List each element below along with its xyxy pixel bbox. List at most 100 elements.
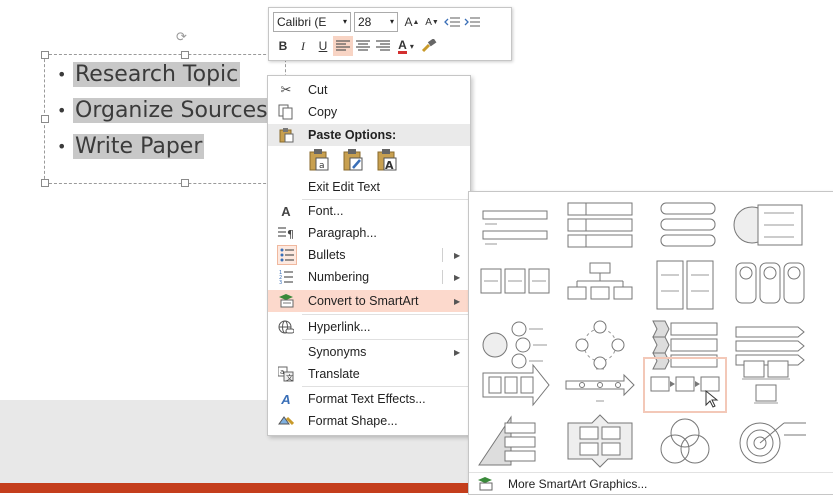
font-name-dropdown[interactable]: Calibri (E ▾	[273, 12, 351, 32]
menu-item-label: Format Text Effects...	[308, 392, 426, 406]
smartart-layout-vertical-box-list-icon[interactable]	[643, 197, 727, 253]
bullet-text[interactable]: Write Paper	[73, 133, 205, 159]
smartart-layout-matrix-icon[interactable]	[558, 413, 642, 469]
smartart-icon	[477, 477, 493, 491]
font-color-button[interactable]: A ▾	[393, 36, 419, 56]
smartart-layout-pyramid-list-icon[interactable]	[473, 413, 557, 469]
align-left-icon	[336, 40, 350, 51]
menu-item-format-text-effects[interactable]: A Format Text Effects...	[268, 388, 470, 410]
menu-item-paragraph[interactable]: ¶ Paragraph...	[268, 222, 470, 244]
bullet-marker: •	[57, 100, 67, 120]
decrease-indent-icon	[444, 17, 460, 27]
smartart-layout-target-icon[interactable]	[728, 413, 812, 469]
submenu-arrow-icon: ▶	[454, 296, 461, 306]
font-name-value: Calibri (E	[277, 15, 327, 29]
menu-item-numbering[interactable]: 123 Numbering ▶	[268, 266, 470, 288]
menu-item-bullets[interactable]: Bullets ▶	[268, 244, 470, 266]
grow-font-button[interactable]: A ▲	[402, 12, 422, 32]
text-effects-icon: A	[281, 391, 291, 407]
smartart-layout-venn-icon[interactable]	[643, 413, 727, 469]
menu-item-copy[interactable]: Copy	[268, 101, 470, 123]
italic-icon: I	[301, 38, 305, 53]
format-painter-icon	[421, 39, 437, 53]
submenu-arrow-icon: ▶	[454, 347, 461, 357]
bold-icon: B	[278, 39, 288, 53]
gallery-separator	[469, 472, 833, 473]
menu-item-hyperlink[interactable]: Hyperlink...	[268, 316, 470, 338]
clipboard-icon	[277, 126, 295, 144]
align-center-icon	[356, 40, 370, 51]
menu-item-font[interactable]: A Font...	[268, 200, 470, 222]
underline-button[interactable]: U	[313, 36, 333, 56]
paste-keep-formatting-icon[interactable]	[342, 148, 364, 172]
resize-handle[interactable]	[41, 179, 49, 187]
bullet-item[interactable]: • Write Paper	[57, 128, 270, 164]
smartart-layout-timeline-icon[interactable]	[558, 357, 642, 413]
menu-item-label: Paragraph...	[308, 226, 377, 240]
smartart-layout-horizontal-list-icon[interactable]	[473, 257, 557, 313]
format-painter-button[interactable]	[419, 36, 439, 56]
smartart-layout-trapezoid-list-icon[interactable]	[728, 257, 812, 313]
more-smartart-graphics-label: More SmartArt Graphics...	[508, 477, 648, 491]
font-icon: A	[281, 203, 291, 219]
menu-item-translate[interactable]: a文 Translate	[268, 363, 470, 385]
menu-item-label: Cut	[308, 83, 328, 97]
mini-toolbar: Calibri (E ▾ 28 ▾ A ▲ A ▼ B I U A ▾	[268, 7, 512, 61]
italic-button[interactable]: I	[293, 36, 313, 56]
smartart-layout-table-list-icon[interactable]	[643, 257, 727, 313]
svg-text:¶: ¶	[287, 228, 294, 240]
menu-item-convert-to-smartart[interactable]: Convert to SmartArt ▶	[268, 290, 470, 312]
smartart-layout-vertical-bullet-list-icon[interactable]	[558, 197, 642, 253]
paste-keep-text-only-icon[interactable]: A	[376, 148, 398, 172]
menu-item-label: Hyperlink...	[308, 320, 371, 334]
resize-handle[interactable]	[181, 179, 189, 187]
grow-font-icon: A	[404, 15, 413, 29]
decrease-indent-button[interactable]	[442, 12, 462, 32]
menu-item-synonyms[interactable]: Synonyms ▶	[268, 341, 470, 363]
menu-item-exit-edit-text[interactable]: Exit Edit Text	[268, 176, 470, 198]
increase-indent-button[interactable]	[462, 12, 482, 32]
shrink-font-button[interactable]: A ▼	[422, 12, 442, 32]
bullet-text[interactable]: Organize Sources	[73, 97, 270, 123]
submenu-arrow-icon[interactable]: ▶	[454, 273, 460, 282]
menu-item-cut[interactable]: ✂ Cut	[268, 79, 470, 101]
rotate-handle-icon[interactable]: ⟳	[176, 30, 188, 43]
bullet-item[interactable]: • Organize Sources	[57, 92, 270, 128]
svg-text:3: 3	[279, 280, 282, 284]
bullets-icon	[277, 245, 297, 265]
align-center-button[interactable]	[353, 36, 373, 56]
svg-text:文: 文	[286, 373, 293, 382]
font-size-value: 28	[358, 15, 372, 29]
align-left-button[interactable]	[333, 36, 353, 56]
font-size-dropdown[interactable]: 28 ▾	[354, 12, 398, 32]
hyperlink-icon	[277, 318, 295, 336]
bullet-marker: •	[57, 136, 67, 156]
font-color-icon: A	[398, 37, 407, 54]
bullet-text[interactable]: Research Topic	[73, 61, 241, 87]
increase-indent-icon	[464, 17, 480, 27]
paste-options-header: Paste Options:	[268, 124, 470, 146]
smartart-layout-picture-list-icon[interactable]	[728, 357, 812, 413]
bullet-list[interactable]: • Research Topic • Organize Sources • Write…	[57, 56, 270, 164]
smartart-layout-basic-block-list-icon[interactable]	[473, 197, 557, 253]
menu-item-format-shape[interactable]: Format Shape...	[268, 410, 470, 432]
smartart-layout-basic-process-icon[interactable]	[643, 357, 727, 413]
smartart-layout-process-arrows-icon[interactable]	[473, 357, 557, 413]
bullet-item[interactable]: • Research Topic	[57, 56, 270, 92]
paste-use-destination-theme-icon[interactable]: a	[308, 148, 330, 172]
bullet-marker: •	[57, 64, 67, 84]
resize-handle[interactable]	[41, 51, 49, 59]
shrink-font-icon: A	[425, 16, 432, 28]
bold-button[interactable]: B	[273, 36, 293, 56]
smartart-layout-stacked-list-icon[interactable]	[728, 197, 812, 253]
align-right-icon	[376, 40, 390, 51]
resize-handle[interactable]	[41, 115, 49, 123]
status-bar	[0, 483, 470, 493]
align-right-button[interactable]	[373, 36, 393, 56]
more-smartart-graphics-button[interactable]: More SmartArt Graphics...	[469, 474, 833, 494]
menu-separator	[302, 339, 470, 340]
menu-item-label: Convert to SmartArt	[308, 294, 419, 308]
menu-item-label: Copy	[308, 105, 338, 119]
smartart-layout-hierarchy-list-icon[interactable]	[558, 257, 642, 313]
submenu-arrow-icon[interactable]: ▶	[454, 251, 460, 260]
